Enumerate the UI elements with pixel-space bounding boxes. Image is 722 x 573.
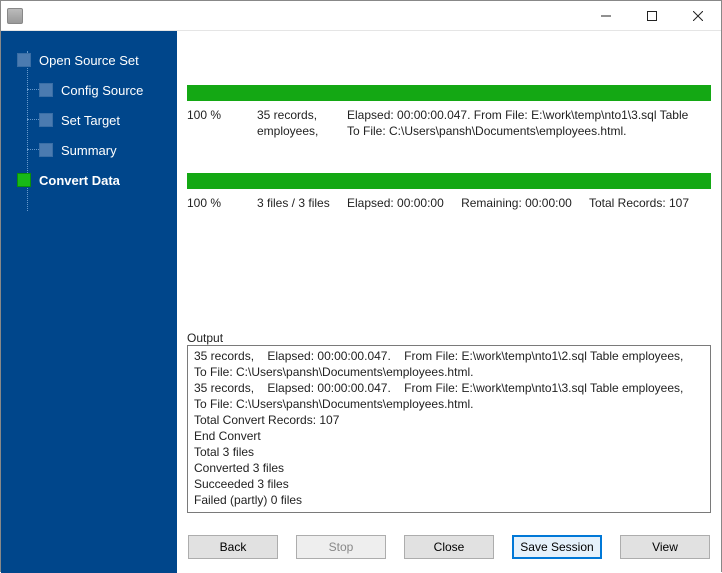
close-icon <box>693 11 703 21</box>
sidebar-item-label: Set Target <box>61 113 120 128</box>
progress-remaining: Remaining: 00:00:00 <box>461 196 572 210</box>
progress-elapsed: Elapsed: 00:00:00 <box>347 196 444 210</box>
minimize-icon <box>601 11 611 21</box>
sidebar-item-label: Open Source Set <box>39 53 139 68</box>
progress-bar-total <box>187 173 711 189</box>
sidebar-item-summary[interactable]: Summary <box>1 135 177 165</box>
sidebar-item-set-target[interactable]: Set Target <box>1 105 177 135</box>
progress-bar-file <box>187 85 711 101</box>
close-button[interactable]: Close <box>404 535 494 559</box>
output-line: 35 records, Elapsed: 00:00:00.047. From … <box>194 348 704 380</box>
output-label: Output <box>187 331 711 345</box>
output-line: Total Convert Records: 107 <box>194 412 704 428</box>
step-box-icon <box>17 53 31 67</box>
progress-detail-line: Elapsed: 00:00:00.047. From File: E:\wor… <box>347 107 711 123</box>
progress-records: 35 records, <box>257 107 347 123</box>
progress-detail-line: To File: C:\Users\pansh\Documents\employ… <box>347 123 711 139</box>
step-box-icon <box>39 143 53 157</box>
sidebar-item-label: Convert Data <box>39 173 120 188</box>
sidebar-item-config-source[interactable]: Config Source <box>1 75 177 105</box>
maximize-button[interactable] <box>629 1 675 31</box>
step-box-active-icon <box>17 173 31 187</box>
output-log[interactable]: 35 records, Elapsed: 00:00:00.047. From … <box>187 345 711 513</box>
app-icon <box>7 8 23 24</box>
view-button[interactable]: View <box>620 535 710 559</box>
output-line: Total 3 files <box>194 444 704 460</box>
stop-button[interactable]: Stop <box>296 535 386 559</box>
progress-percent: 100 % <box>187 107 257 139</box>
progress-row-file: 100 % 35 records, employees, Elapsed: 00… <box>187 107 711 139</box>
output-line: Succeeded 3 files <box>194 476 704 492</box>
save-session-button[interactable]: Save Session <box>512 535 602 559</box>
content-pane: 100 % 35 records, employees, Elapsed: 00… <box>177 31 721 573</box>
output-line: Converted 3 files <box>194 460 704 476</box>
maximize-icon <box>647 11 657 21</box>
back-button[interactable]: Back <box>188 535 278 559</box>
progress-row-total: 100 % 3 files / 3 files Elapsed: 00:00:0… <box>187 195 711 211</box>
close-window-button[interactable] <box>675 1 721 31</box>
sidebar-item-open-source-set[interactable]: Open Source Set <box>1 45 177 75</box>
minimize-button[interactable] <box>583 1 629 31</box>
progress-table: employees, <box>257 123 347 139</box>
wizard-sidebar: Open Source Set Config Source Set Target… <box>1 31 177 573</box>
sidebar-item-convert-data[interactable]: Convert Data <box>1 165 177 195</box>
step-box-icon <box>39 113 53 127</box>
progress-files: 3 files / 3 files <box>257 195 347 211</box>
titlebar <box>1 1 721 31</box>
output-line: Failed (partly) 0 files <box>194 492 704 508</box>
sidebar-item-label: Config Source <box>61 83 143 98</box>
output-line: 35 records, Elapsed: 00:00:00.047. From … <box>194 380 704 412</box>
progress-total-records: Total Records: 107 <box>589 196 689 210</box>
output-line: End Convert <box>194 428 704 444</box>
progress-percent: 100 % <box>187 195 257 211</box>
sidebar-item-label: Summary <box>61 143 117 158</box>
step-box-icon <box>39 83 53 97</box>
button-bar: Back Stop Close Save Session View <box>187 521 711 565</box>
